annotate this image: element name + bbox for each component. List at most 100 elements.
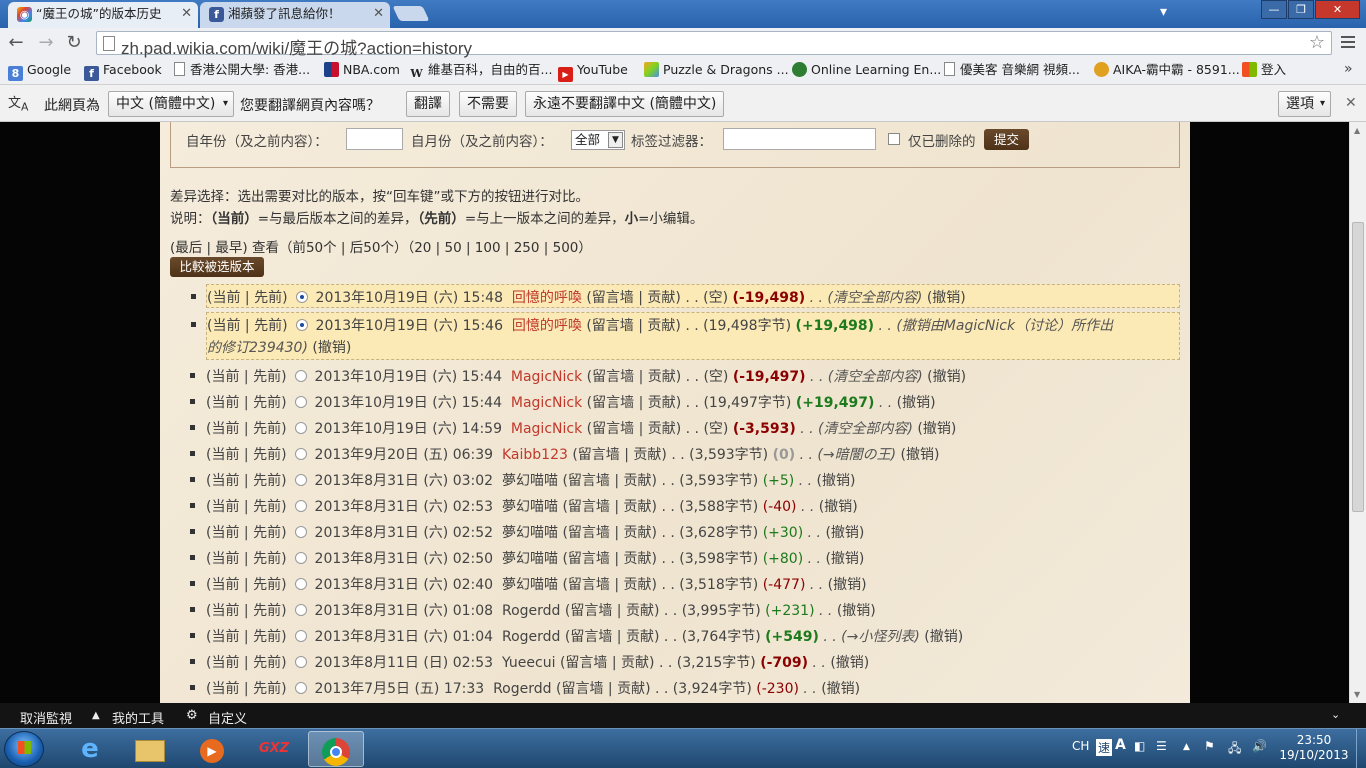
unfollow-link[interactable]: 取消監視 [20,708,72,727]
revision-date-link[interactable]: 2013年9月20日 (五) 06:39 [315,447,494,463]
file-explorer-icon[interactable] [122,731,178,767]
revision-date-link[interactable]: 2013年10月19日 (六) 15:48 [316,290,503,306]
revision-compare-links[interactable]: (当前 | 先前) [206,525,287,541]
deleted-only-checkbox[interactable] [888,133,900,145]
revision-compare-links[interactable]: (当前 | 先前) [206,369,287,385]
revision-compare-links[interactable]: (当前 | 先前) [206,603,287,619]
bookmark-nba[interactable]: NBA.com [324,62,400,78]
undo-link[interactable]: (撤销) [927,369,966,385]
tab-history[interactable]: ◉ “魔王の城”的版本历史 ✕ [8,2,198,28]
revision-user-tools[interactable]: (留言墙 | 贡献) [586,318,681,334]
revision-user-link[interactable]: MagicNick [511,369,582,385]
revision-user-tools[interactable]: (留言墙 | 贡献) [586,290,681,306]
revision-radio[interactable] [295,291,308,303]
revision-user-tools[interactable]: (留言墙 | 贡献) [556,681,651,697]
revision-user-link[interactable]: Yueecui [502,655,556,671]
revision-radio[interactable] [294,500,307,512]
nope-button[interactable]: 不需要 [459,91,517,117]
revision-user-link[interactable]: 夢幻喵喵 [502,499,558,515]
revision-compare-links[interactable]: (当前 | 先前) [206,421,287,437]
revision-compare-links[interactable]: (当前 | 先前) [206,551,287,567]
revision-user-link[interactable]: Kaibb123 [502,447,568,463]
bookmark-facebook[interactable]: f Facebook [84,62,164,81]
revision-compare-links[interactable]: (当前 | 先前) [206,395,287,411]
new-tab-button[interactable] [392,6,430,21]
undo-link[interactable]: (撤销) [819,499,858,515]
revision-radio[interactable] [294,370,307,382]
system-clock[interactable]: 23:50 19/10/2013 [1276,733,1352,763]
ime-width-icon[interactable]: ◧ [1134,739,1145,753]
revision-user-link[interactable]: 夢幻喵喵 [502,551,558,567]
game-app-icon[interactable]: GXZ [246,731,302,767]
revision-date-link[interactable]: 2013年8月31日 (六) 02:50 [315,551,494,567]
ime-icon[interactable]: 速 [1096,739,1113,756]
revision-date-link[interactable]: 2013年8月31日 (六) 02:53 [315,499,494,515]
revision-user-link[interactable]: MagicNick [511,421,582,437]
url-text[interactable]: zh.pad.wikia.com/wiki/魔王の城?action=histor… [121,34,472,59]
revision-date-link[interactable]: 2013年8月31日 (六) 01:04 [315,629,494,645]
tab-close-icon[interactable]: ✕ [373,2,384,26]
revision-radio[interactable] [294,578,307,590]
revision-date-link[interactable]: 2013年8月31日 (六) 03:02 [315,473,494,489]
minimize-button[interactable]: — [1261,0,1287,19]
show-desktop-button[interactable] [1356,729,1366,768]
tag-filter-input[interactable] [723,128,876,150]
tab-facebook[interactable]: f 湘蘋發了訊息給你！ ✕ [200,2,390,28]
media-player-icon[interactable]: ▶ [184,731,240,767]
close-infobar-icon[interactable]: ✕ [1345,95,1357,111]
year-input[interactable] [346,128,403,150]
revision-compare-links[interactable]: (当前 | 先前) [207,290,288,306]
user-profile-icon[interactable]: ▾ [1160,4,1180,22]
language-select[interactable]: 中文 (簡體中文) ▾ [108,91,234,117]
volume-icon[interactable]: 🔊 [1252,739,1267,753]
revision-radio[interactable] [294,630,307,642]
revision-radio[interactable] [294,682,307,694]
address-bar[interactable]: zh.pad.wikia.com/wiki/魔王の城?action=histor… [96,31,1332,58]
collapse-toolbar-icon[interactable]: ⌄ [1331,708,1340,721]
undo-link[interactable]: (撤销) [312,340,351,356]
my-tools-link[interactable]: 我的工具 [112,708,164,727]
revision-radio[interactable] [294,474,307,486]
revision-radio[interactable] [294,604,307,616]
close-window-button[interactable]: ✕ [1315,0,1360,19]
submit-button[interactable]: 提交 [984,129,1029,150]
revision-date-link[interactable]: 2013年8月31日 (六) 02:40 [315,577,494,593]
bookmark-aika[interactable]: AIKA-霸中霸 - 8591... [1094,62,1240,78]
customize-link[interactable]: 自定义 [208,708,247,727]
options-button[interactable]: 選項 ▾ [1278,91,1331,117]
bookmark-online-learning[interactable]: Online Learning En... [792,62,941,78]
scroll-up-icon[interactable]: ▲ [1354,126,1360,135]
network-icon[interactable]: 🖧 [1228,739,1241,760]
revision-radio[interactable] [294,422,307,434]
page-scrollbar[interactable]: ▲ ▼ [1349,122,1366,703]
revision-user-tools[interactable]: (留言墙 | 贡献) [572,447,667,463]
more-bookmarks-icon[interactable]: » [1344,61,1353,77]
revision-user-link[interactable]: 回憶的呼喚 [512,318,582,334]
revision-user-tools[interactable]: (留言墙 | 贡献) [562,551,657,567]
revision-user-link[interactable]: Rogerdd [493,681,551,697]
scrollbar-thumb[interactable] [1352,222,1364,512]
bookmark-puzzle-dragons[interactable]: Puzzle & Dragons ... [644,62,789,78]
revision-compare-links[interactable]: (当前 | 先前) [206,499,287,515]
revision-compare-links[interactable]: (当前 | 先前) [206,473,287,489]
maximize-button[interactable]: ❐ [1288,0,1314,19]
start-button[interactable] [4,731,44,767]
revision-radio[interactable] [295,319,308,331]
revision-compare-links[interactable]: (当前 | 先前) [206,681,287,697]
revision-date-link[interactable]: 2013年8月31日 (六) 01:08 [315,603,494,619]
back-button[interactable]: ← [4,32,28,54]
bookmark-google[interactable]: 8 Google [8,62,71,81]
revision-radio[interactable] [294,656,307,668]
ime-mode-icon[interactable]: A [1115,737,1126,753]
bookmark-ouhk[interactable]: 香港公開大學: 香港... [174,62,310,78]
undo-link[interactable]: (撤销) [825,551,864,567]
revision-user-link[interactable]: 夢幻喵喵 [502,473,558,489]
undo-link[interactable]: (撤销) [837,603,876,619]
bookmark-wikipedia[interactable]: W 維基百科，自由的百... [409,62,552,81]
undo-link[interactable]: (撤销) [821,681,860,697]
revision-user-tools[interactable]: (留言墙 | 贡献) [562,577,657,593]
bookmark-youtube[interactable]: ▶ YouTube [558,62,628,82]
revision-date-link[interactable]: 2013年10月19日 (六) 15:46 [316,318,503,334]
revision-user-link[interactable]: Rogerdd [502,603,560,619]
revision-user-tools[interactable]: (留言墙 | 贡献) [562,525,657,541]
